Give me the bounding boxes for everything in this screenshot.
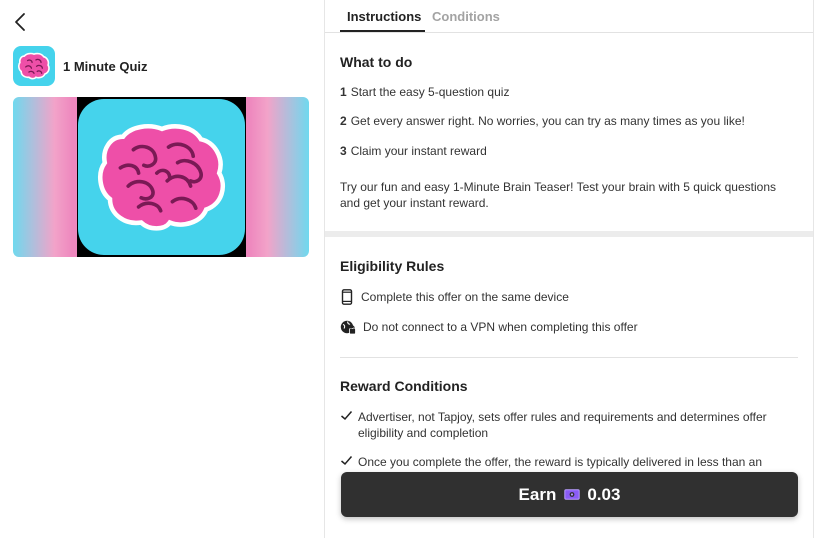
step-number: 1	[340, 85, 347, 99]
phone-icon	[341, 289, 353, 305]
condition-text: Advertiser, not Tapjoy, sets offer rules…	[358, 410, 767, 440]
condition-text: Once you complete the offer, the reward …	[358, 455, 762, 469]
offer-preview-pane: 1 Minute Quiz	[0, 0, 324, 538]
earn-label: Earn	[518, 484, 557, 504]
chevron-left-icon	[15, 13, 25, 31]
reward-condition-item: Advertiser, not Tapjoy, sets offer rules…	[340, 409, 790, 441]
rule-same-device: Complete this offer on the same device	[340, 289, 569, 305]
earn-button[interactable]: Earn 0.03	[341, 472, 798, 517]
checkmark-icon	[341, 411, 353, 421]
offer-description: Try our fun and easy 1-Minute Brain Teas…	[340, 180, 777, 210]
divider	[340, 357, 798, 358]
step-3: 3 Claim your instant reward	[340, 143, 487, 159]
app-header: 1 Minute Quiz	[13, 46, 148, 86]
checkmark-icon	[341, 456, 353, 466]
offer-banner-image	[13, 97, 309, 257]
offer-details-pane: Instructions Conditions What to do 1 Star…	[324, 0, 814, 538]
app-icon	[13, 46, 55, 86]
step-number: 2	[340, 114, 347, 128]
app-title: 1 Minute Quiz	[63, 58, 148, 74]
active-tab-indicator	[340, 30, 425, 32]
earn-amount: 0.03	[587, 484, 621, 504]
rule-text: Do not connect to a VPN when completing …	[363, 320, 638, 334]
step-1: 1 Start the easy 5-question quiz	[340, 84, 509, 100]
tab-bar: Instructions Conditions	[325, 0, 813, 33]
what-to-do-heading: What to do	[340, 54, 413, 70]
globe-lock-icon	[340, 320, 356, 335]
brain-icon	[97, 124, 225, 231]
back-button[interactable]	[10, 10, 32, 34]
reward-conditions-heading: Reward Conditions	[340, 378, 468, 394]
cash-icon	[564, 489, 581, 500]
rule-text: Complete this offer on the same device	[361, 290, 569, 304]
eligibility-heading: Eligibility Rules	[340, 258, 445, 274]
tab-instructions[interactable]: Instructions	[347, 9, 421, 24]
step-2: 2 Get every answer right. No worries, you…	[340, 113, 745, 129]
step-text: Get every answer right. No worries, you …	[350, 114, 745, 128]
reward-condition-item: Once you complete the offer, the reward …	[340, 454, 790, 470]
brain-icon	[18, 52, 50, 80]
banner-app-icon	[78, 99, 245, 255]
step-number: 3	[340, 144, 347, 158]
section-divider	[325, 231, 813, 237]
rule-no-vpn: Do not connect to a VPN when completing …	[340, 319, 638, 335]
step-text: Claim your instant reward	[350, 144, 487, 158]
tab-conditions[interactable]: Conditions	[432, 9, 500, 24]
step-text: Start the easy 5-question quiz	[350, 85, 510, 99]
